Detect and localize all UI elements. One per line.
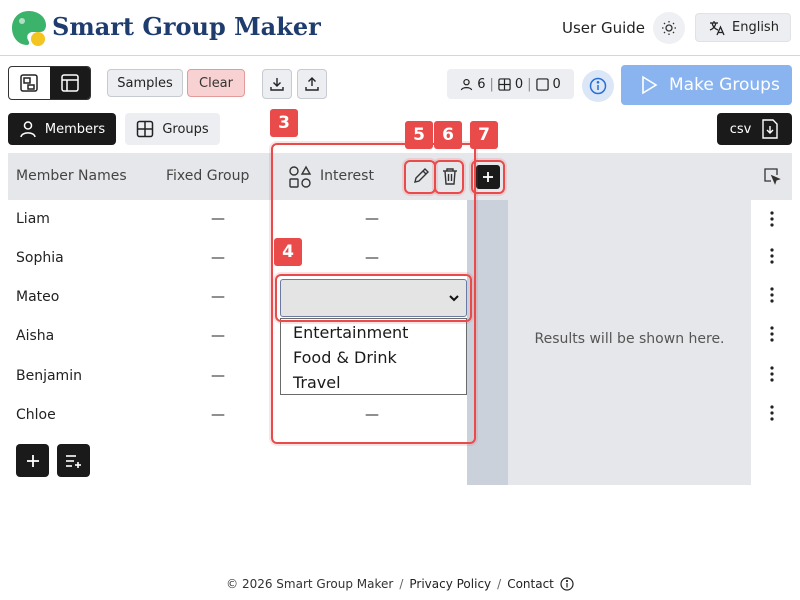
- tab-members-label: Members: [44, 121, 106, 137]
- theme-toggle-button[interactable]: [653, 12, 685, 44]
- sun-icon: [662, 21, 676, 35]
- upload-icon: [305, 77, 319, 91]
- annotation-box-edit: [404, 160, 436, 194]
- kebab-icon: [770, 405, 774, 421]
- kebab-icon: [770, 211, 774, 227]
- grid-icon: [137, 120, 154, 138]
- person-icon: [460, 78, 473, 90]
- annotation-badge: 4: [274, 238, 302, 266]
- kebab-icon: [770, 287, 774, 303]
- contact-link[interactable]: Contact: [507, 577, 554, 591]
- split-view-icon: [20, 74, 38, 92]
- fixed-group-cell[interactable]: —: [206, 239, 230, 278]
- file-download-icon: [762, 119, 779, 139]
- stats-badge: 6 | 0 | 0: [447, 69, 574, 99]
- column-header-names: Member Names: [16, 168, 127, 184]
- clear-button[interactable]: Clear: [187, 69, 245, 97]
- csv-label: csv: [729, 121, 752, 137]
- language-button[interactable]: English: [695, 13, 791, 42]
- row-menu-button[interactable]: [762, 246, 782, 266]
- split-view-button[interactable]: [9, 67, 50, 99]
- annotation-badge: 3: [270, 109, 298, 137]
- annotation-box-select: [275, 274, 472, 322]
- annotation-box-add: [471, 160, 505, 194]
- upload-button[interactable]: [297, 69, 327, 99]
- translate-icon: [709, 20, 725, 35]
- user-guide-link[interactable]: User Guide: [562, 17, 645, 39]
- fixed-group-cell[interactable]: —: [206, 396, 230, 435]
- csv-download-button[interactable]: csv: [717, 113, 792, 145]
- kebab-icon: [770, 248, 774, 264]
- column-header-fixed-group: Fixed Group: [166, 168, 250, 184]
- download-button[interactable]: [262, 69, 292, 99]
- row-menu-button[interactable]: [762, 364, 782, 384]
- info-button[interactable]: [582, 70, 614, 102]
- member-name[interactable]: Benjamin: [16, 357, 82, 396]
- fixed-group-cell[interactable]: —: [206, 357, 230, 396]
- language-label: English: [732, 20, 779, 35]
- kebab-icon: [770, 366, 774, 382]
- play-icon: [642, 75, 658, 95]
- samples-button[interactable]: Samples: [107, 69, 183, 97]
- make-groups-button[interactable]: Make Groups: [621, 65, 792, 105]
- select-mode-button[interactable]: [762, 166, 782, 186]
- plus-icon: [26, 454, 39, 467]
- cursor-select-icon: [764, 168, 781, 185]
- member-name[interactable]: Liam: [16, 200, 50, 239]
- annotation-box-delete: [434, 160, 464, 194]
- privacy-policy-link[interactable]: Privacy Policy: [409, 577, 491, 591]
- bulk-add-button[interactable]: [57, 444, 90, 477]
- annotation-badge: 5: [405, 121, 433, 149]
- member-name[interactable]: Mateo: [16, 278, 59, 317]
- tab-members[interactable]: Members: [8, 113, 116, 145]
- info-icon: [589, 77, 607, 95]
- fixed-count: 0: [552, 76, 561, 92]
- annotation-badge: 6: [434, 121, 462, 149]
- download-icon: [270, 78, 284, 91]
- group-count: 0: [514, 76, 524, 92]
- table-view-button[interactable]: [49, 67, 90, 99]
- list-add-icon: [65, 454, 81, 468]
- copyright-text: © 2026 Smart Group Maker: [226, 577, 394, 591]
- kebab-icon: [770, 326, 774, 342]
- member-count: 6: [477, 76, 486, 92]
- member-name[interactable]: Aisha: [16, 317, 54, 356]
- results-placeholder: Results will be shown here.: [534, 331, 725, 347]
- make-groups-label: Make Groups: [669, 75, 780, 95]
- row-menu-button[interactable]: [762, 209, 782, 229]
- annotation-badge: 7: [470, 121, 498, 149]
- row-menu-button[interactable]: [762, 285, 782, 305]
- member-name[interactable]: Chloe: [16, 396, 56, 435]
- fixed-group-cell[interactable]: —: [206, 200, 230, 239]
- row-menu-button[interactable]: [762, 324, 782, 344]
- square-icon: [535, 77, 549, 91]
- grid-icon: [498, 77, 511, 91]
- table-view-icon: [61, 74, 79, 92]
- tab-groups[interactable]: Groups: [125, 113, 220, 145]
- fixed-group-cell[interactable]: —: [206, 278, 230, 317]
- app-title: Smart Group Maker: [52, 12, 321, 41]
- add-member-button[interactable]: [16, 444, 49, 477]
- row-menu-button[interactable]: [762, 403, 782, 423]
- fixed-group-cell[interactable]: —: [206, 317, 230, 356]
- person-icon: [20, 121, 36, 138]
- member-name[interactable]: Sophia: [16, 239, 64, 278]
- tab-groups-label: Groups: [162, 121, 209, 137]
- view-toggle: [8, 66, 91, 100]
- app-logo: [10, 9, 48, 47]
- footer: © 2026 Smart Group Maker / Privacy Polic…: [0, 574, 800, 594]
- info-icon: [560, 577, 574, 591]
